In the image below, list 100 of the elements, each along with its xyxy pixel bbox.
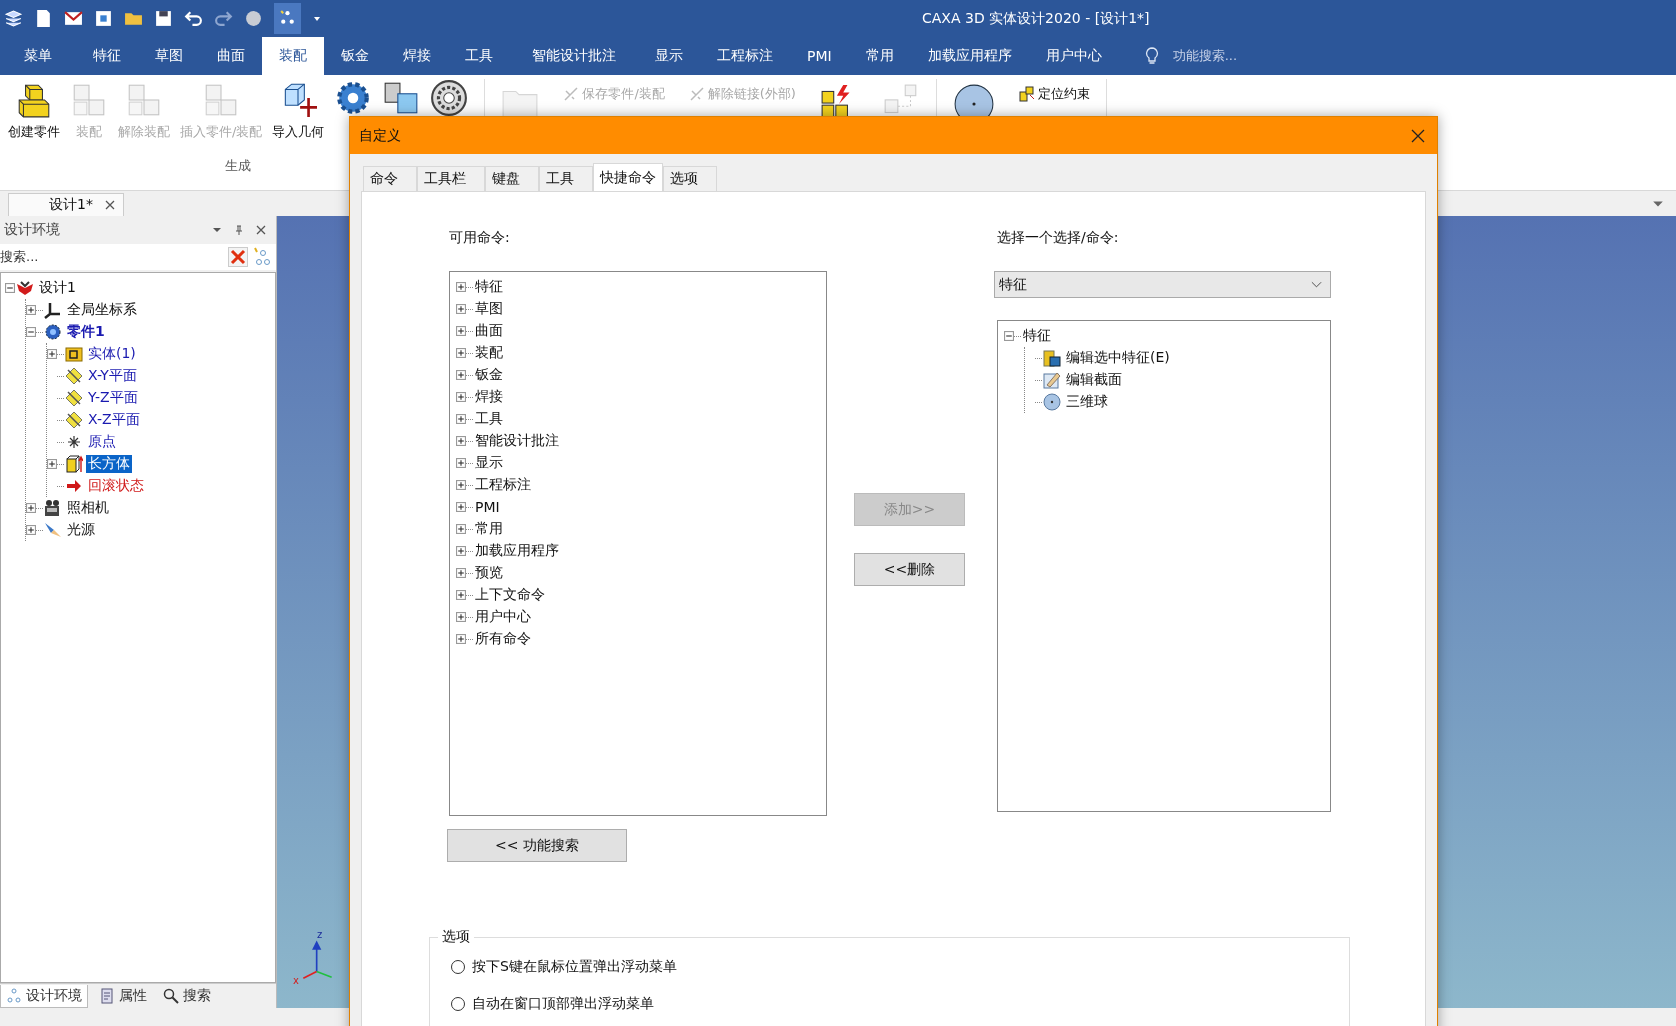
- panel-tab[interactable]: 设计环境: [0, 984, 88, 1008]
- tree-item[interactable]: 工具: [473, 410, 505, 428]
- tree-item[interactable]: 特征: [473, 278, 505, 296]
- document-tab[interactable]: 设计1*: [8, 193, 124, 216]
- ribbon-tab[interactable]: 特征: [76, 37, 138, 75]
- tree-item[interactable]: X-Z平面: [86, 411, 142, 429]
- tree-item[interactable]: 加载应用程序: [473, 542, 561, 560]
- tree-item[interactable]: 工程标注: [473, 476, 533, 494]
- tree-item[interactable]: 全局坐标系: [65, 301, 139, 319]
- ribbon-tab[interactable]: 加载应用程序: [910, 37, 1029, 75]
- ribbon-tab[interactable]: 钣金: [324, 37, 386, 75]
- expand-toggle-icon[interactable]: [456, 348, 466, 358]
- ribbon-tab[interactable]: 装配: [262, 37, 324, 75]
- tree-item[interactable]: 曲面: [473, 322, 505, 340]
- dialog-tab[interactable]: 快捷命令: [593, 163, 663, 191]
- tree-icon[interactable]: [274, 3, 301, 34]
- tree-item[interactable]: 长方体: [86, 455, 132, 473]
- ribbon-tab[interactable]: 曲面: [200, 37, 262, 75]
- expand-toggle-icon[interactable]: [47, 459, 57, 469]
- expand-toggle-icon[interactable]: [456, 414, 466, 424]
- radio-option[interactable]: 自动在窗口顶部弹出浮动菜单: [450, 995, 1329, 1013]
- tree-item[interactable]: 钣金: [473, 366, 505, 384]
- tree-item[interactable]: 回滚状态: [86, 477, 146, 495]
- tree-item[interactable]: 设计1: [37, 279, 78, 297]
- ribbon-tab[interactable]: 工具: [448, 37, 510, 75]
- ribbon-tab[interactable]: 用户中心: [1028, 37, 1119, 75]
- remove-button[interactable]: <<删除: [854, 553, 965, 586]
- tree-item[interactable]: 编辑选中特征(E): [1064, 349, 1172, 367]
- tree-item[interactable]: 智能设计批注: [473, 432, 561, 450]
- new-file-icon[interactable]: [34, 9, 53, 28]
- dialog-tab[interactable]: 键盘: [485, 166, 539, 191]
- tree-item[interactable]: 三维球: [1064, 393, 1110, 411]
- expand-toggle-icon[interactable]: [456, 502, 466, 512]
- expand-toggle-icon[interactable]: [456, 480, 466, 490]
- feature-search-button[interactable]: << 功能搜索: [447, 829, 627, 862]
- ribbon-button[interactable]: 定位约束: [1018, 83, 1090, 103]
- ribbon-tab[interactable]: PMI: [790, 37, 849, 75]
- document-icon[interactable]: [94, 9, 113, 28]
- tree-item[interactable]: 光源: [65, 521, 97, 539]
- close-icon[interactable]: [1411, 128, 1425, 143]
- tree-item[interactable]: 照相机: [65, 499, 111, 517]
- tree-item[interactable]: 装配: [473, 344, 505, 362]
- expand-toggle-icon[interactable]: [456, 612, 466, 622]
- tree-item[interactable]: 用户中心: [473, 608, 533, 626]
- save-icon[interactable]: [154, 9, 173, 28]
- expand-toggle-icon[interactable]: [456, 634, 466, 644]
- ribbon-button[interactable]: 创建零件: [6, 79, 62, 143]
- expand-toggle-icon[interactable]: [1004, 331, 1014, 341]
- tree-item[interactable]: 预览: [473, 564, 505, 582]
- tree-item[interactable]: 特征: [1021, 327, 1053, 345]
- ribbon-tab[interactable]: 草图: [138, 37, 200, 75]
- expand-toggle-icon[interactable]: [47, 349, 57, 359]
- ribbon-button[interactable]: 导入几何: [270, 79, 327, 143]
- expand-toggle-icon[interactable]: [26, 503, 36, 513]
- command-dropdown[interactable]: 特征: [994, 271, 1331, 298]
- tree-item[interactable]: X-Y平面: [86, 367, 139, 385]
- layers-icon[interactable]: [4, 9, 23, 28]
- panel-tab[interactable]: 属性: [94, 985, 152, 1007]
- expand-toggle-icon[interactable]: [456, 590, 466, 600]
- redo-icon[interactable]: [214, 9, 233, 28]
- tree-item[interactable]: 原点: [86, 433, 118, 451]
- expand-toggle-icon[interactable]: [456, 392, 466, 402]
- radio-button-icon[interactable]: [450, 959, 466, 975]
- radio-option[interactable]: 按下S键在鼠标位置弹出浮动菜单: [450, 958, 1329, 976]
- panel-tab[interactable]: 搜索: [158, 985, 216, 1007]
- radio-button-icon[interactable]: [450, 996, 466, 1012]
- tree-item[interactable]: 所有命令: [473, 630, 533, 648]
- expand-toggle-icon[interactable]: [456, 436, 466, 446]
- command-list[interactable]: 特征 草图 曲面 装配 钣金 焊接 工具 智能设计批注 显示 工程标注 PMI 常用 加载应用程序 预览 上下文命令 用户中心 所有命令: [449, 271, 827, 816]
- pin-icon[interactable]: [234, 225, 244, 235]
- expand-toggle-icon[interactable]: [5, 283, 15, 293]
- expand-toggle-icon[interactable]: [456, 282, 466, 292]
- ribbon-tab[interactable]: 焊接: [386, 37, 448, 75]
- tree-item[interactable]: 常用: [473, 520, 505, 538]
- tree-item[interactable]: Y-Z平面: [86, 389, 140, 407]
- expand-toggle-icon[interactable]: [26, 305, 36, 315]
- tree-item[interactable]: 草图: [473, 300, 505, 318]
- tree-item[interactable]: PMI: [473, 499, 502, 515]
- expand-toggle-icon[interactable]: [456, 326, 466, 336]
- undo-icon[interactable]: [184, 9, 203, 28]
- expand-toggle-icon[interactable]: [26, 327, 36, 337]
- tree-item[interactable]: 焊接: [473, 388, 505, 406]
- sphere-icon[interactable]: [244, 9, 263, 28]
- dialog-tab[interactable]: 工具栏: [417, 166, 485, 191]
- expand-toggle-icon[interactable]: [456, 304, 466, 314]
- dialog-tab[interactable]: 工具: [539, 166, 593, 191]
- ribbon-tab[interactable]: 菜单: [0, 37, 76, 75]
- clear-icon[interactable]: [228, 247, 248, 267]
- ribbon-tab[interactable]: 智能设计批注: [510, 37, 638, 75]
- assigned-commands-tree[interactable]: 特征 编辑选中特征(E) 编辑截面 三维球: [997, 320, 1331, 812]
- envelope-icon[interactable]: [64, 9, 83, 28]
- tree-item[interactable]: 上下文命令: [473, 586, 547, 604]
- expand-toggle-icon[interactable]: [456, 546, 466, 556]
- expand-toggle-icon[interactable]: [456, 370, 466, 380]
- tree-item[interactable]: 零件1: [65, 323, 107, 341]
- expand-toggle-icon[interactable]: [456, 568, 466, 578]
- dropdown-caret-icon[interactable]: [212, 225, 222, 235]
- close-icon[interactable]: [256, 225, 266, 235]
- tree-item[interactable]: 编辑截面: [1064, 371, 1124, 389]
- ribbon-tab[interactable]: 工程标注: [700, 37, 790, 75]
